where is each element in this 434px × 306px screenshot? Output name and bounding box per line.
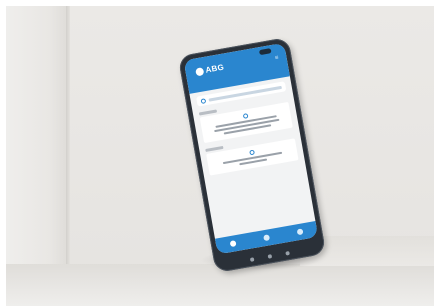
info-icon	[242, 113, 249, 119]
profile-icon[interactable]	[296, 228, 304, 236]
info-icon	[248, 149, 255, 156]
brand-name: ABG	[204, 62, 225, 75]
recent-icon[interactable]	[285, 250, 290, 256]
photo-backdrop: ABG ≡	[0, 0, 434, 306]
info-card[interactable]	[199, 101, 293, 144]
floor	[6, 264, 434, 306]
left-wall	[6, 6, 68, 268]
search-icon	[200, 97, 207, 104]
home-icon[interactable]	[229, 240, 237, 248]
wall-edge	[66, 6, 70, 266]
list-icon[interactable]	[263, 234, 271, 242]
front-camera-icon	[258, 48, 272, 56]
back-icon[interactable]	[249, 257, 255, 262]
info-card[interactable]	[206, 138, 299, 176]
menu-icon[interactable]: ≡	[275, 55, 280, 62]
home-key-icon[interactable]	[267, 254, 273, 259]
logo-mark-icon	[195, 66, 205, 76]
app-logo: ABG	[195, 63, 225, 77]
